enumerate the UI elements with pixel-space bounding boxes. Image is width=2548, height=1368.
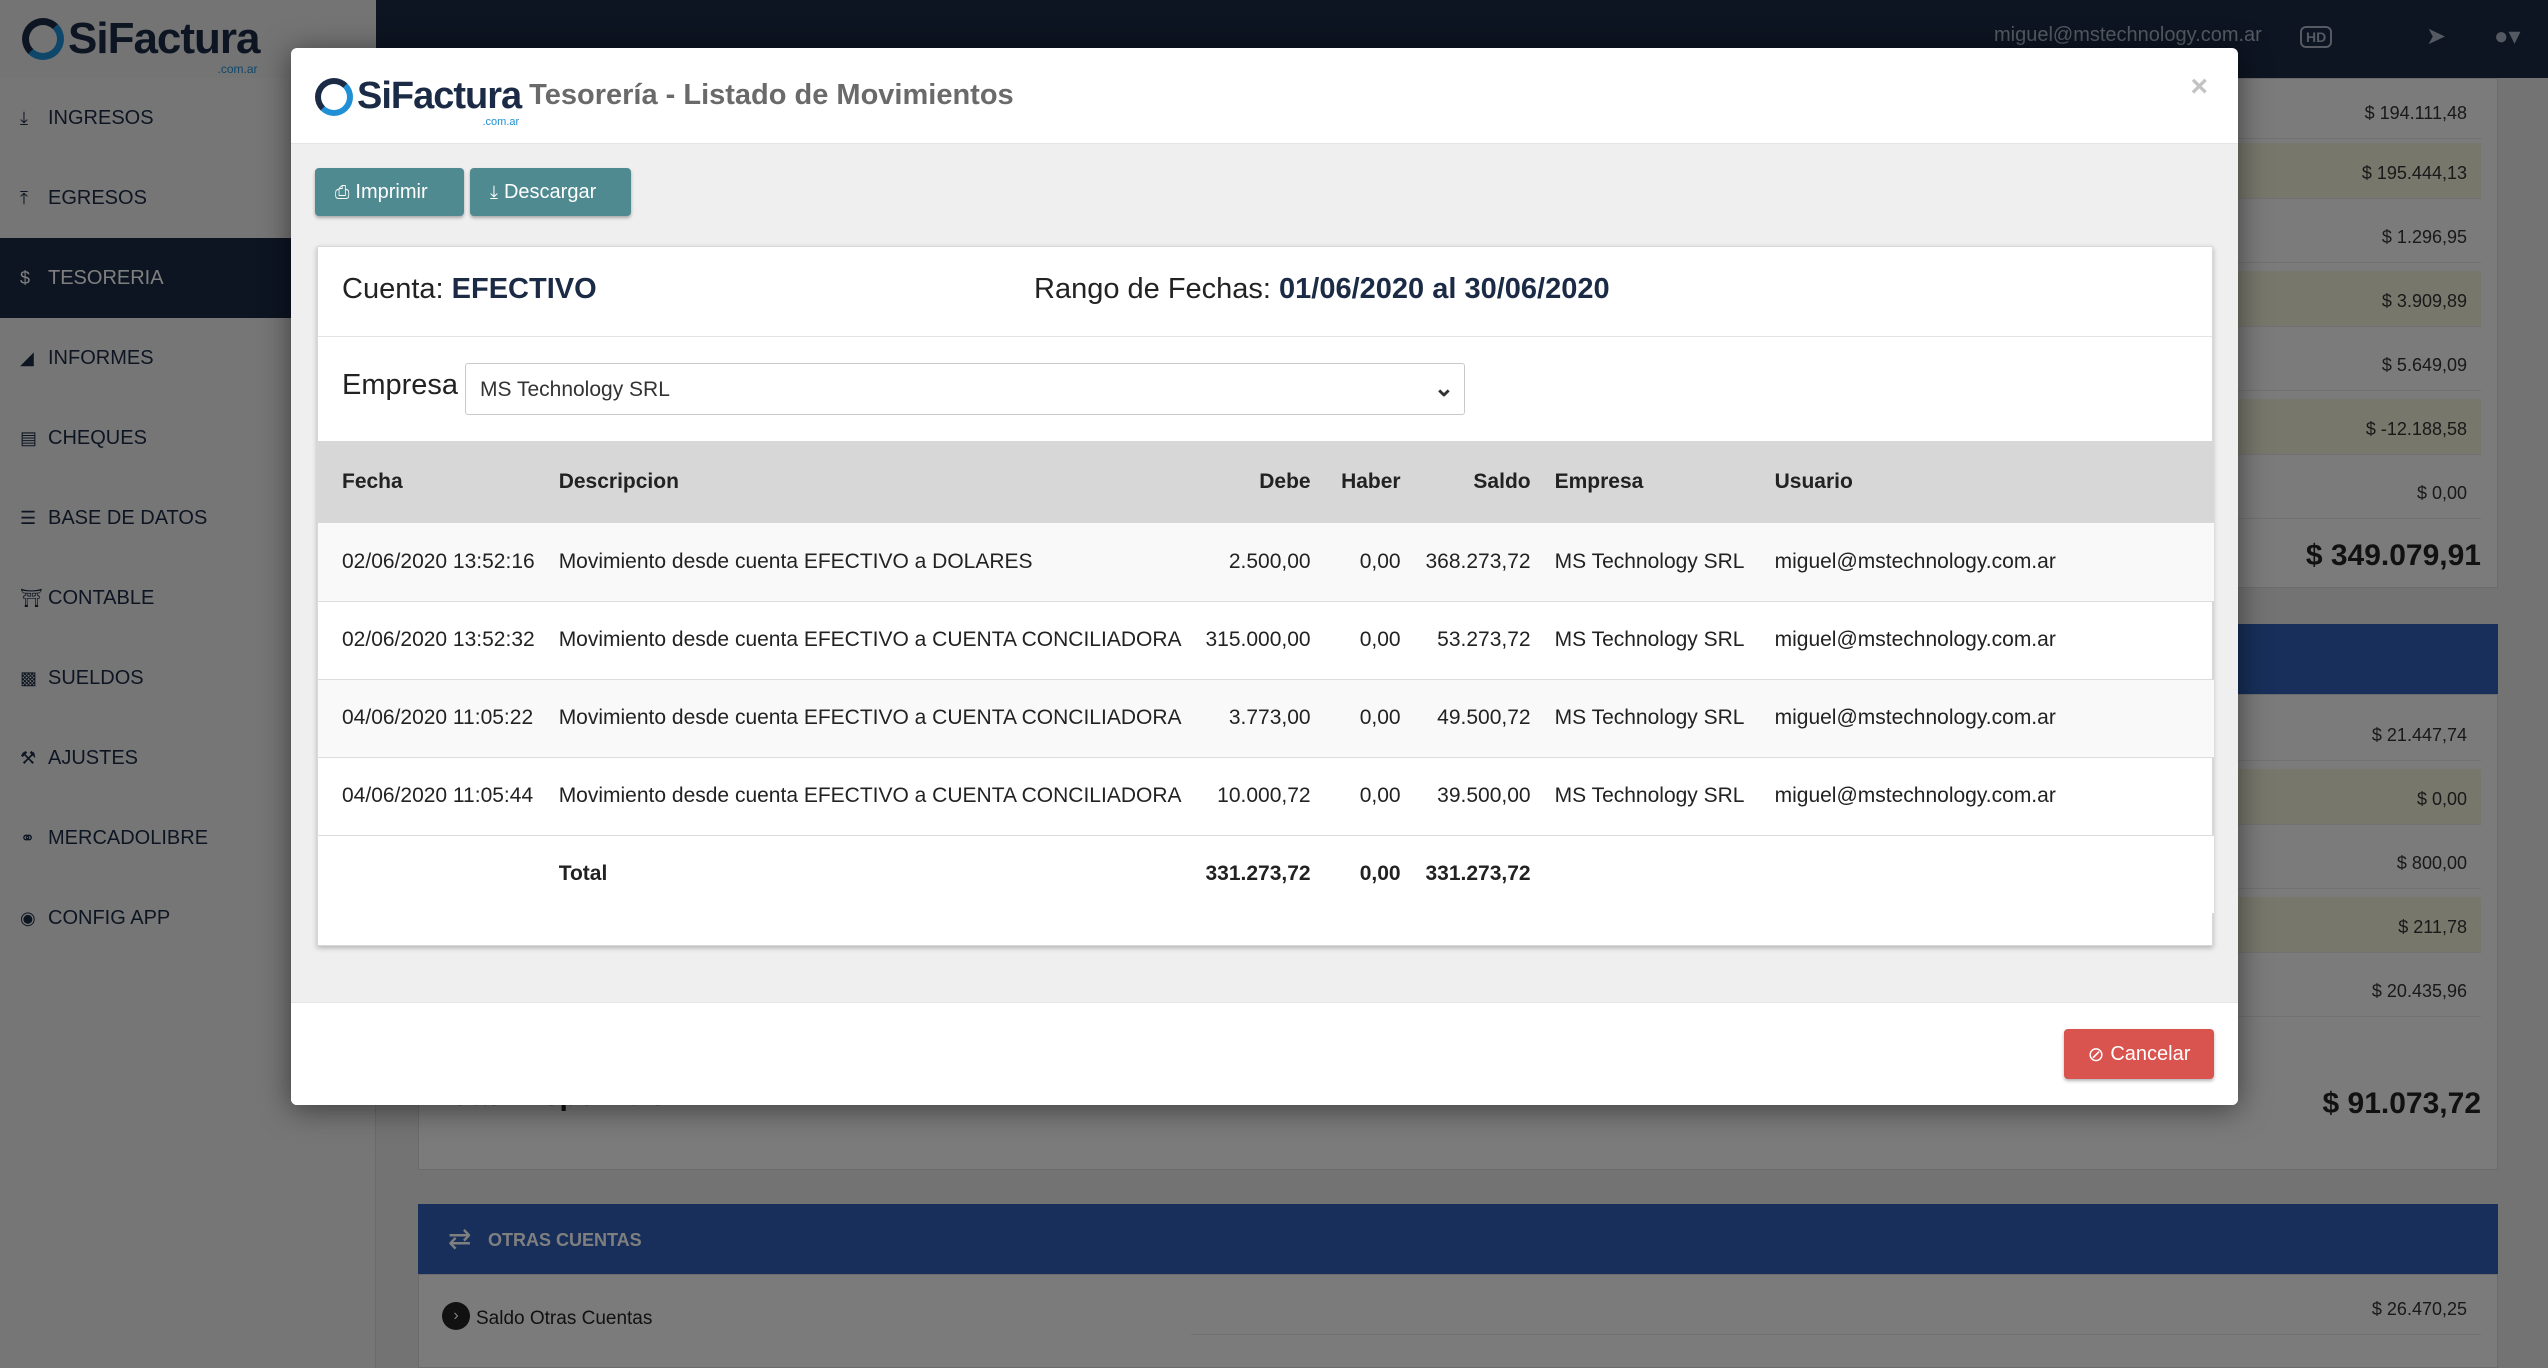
empresa-select[interactable]: MS Technology SRL ⌄ bbox=[465, 363, 1465, 415]
cell-debe: 2.500,00 bbox=[1193, 523, 1323, 602]
cell-fecha: 02/06/2020 13:52:16 bbox=[318, 523, 547, 602]
movimientos-modal: SiFactura .com.ar Tesorería - Listado de… bbox=[291, 48, 2238, 1105]
cell-haber: 0,00 bbox=[1322, 523, 1413, 602]
cell-usuario: miguel@mstechnology.com.ar bbox=[1762, 679, 2214, 758]
logo-o-icon bbox=[315, 77, 353, 116]
cell-usuario: miguel@mstechnology.com.ar bbox=[1762, 601, 2214, 680]
cell-empresa: MS Technology SRL bbox=[1542, 601, 1763, 680]
cell-fecha: 02/06/2020 13:52:32 bbox=[318, 601, 547, 680]
movimientos-card: Cuenta: EFECTIVO Rango de Fechas: 01/06/… bbox=[317, 246, 2214, 946]
col-saldo[interactable]: Saldo bbox=[1413, 441, 1543, 523]
modal-body: ⎙ Imprimir ⤓ Descargar Cuenta: EFECTIVO Ra… bbox=[291, 144, 2238, 1002]
total-label: Total bbox=[546, 835, 1194, 913]
cell-saldo: 368.273,72 bbox=[1412, 523, 1543, 602]
chevron-down-icon: ⌄ bbox=[1433, 375, 1454, 402]
print-icon: ⎙ bbox=[335, 181, 350, 202]
cell-saldo: 49.500,72 bbox=[1412, 679, 1543, 758]
cell-empresa: MS Technology SRL bbox=[1542, 757, 1763, 836]
print-button[interactable]: ⎙ Imprimir bbox=[315, 168, 464, 216]
movimientos-table: Fecha Descripcion Debe Haber Saldo Empre… bbox=[318, 441, 2214, 913]
cuenta-value: EFECTIVO bbox=[451, 273, 597, 305]
card-header: Cuenta: EFECTIVO Rango de Fechas: 01/06/… bbox=[318, 247, 2212, 337]
modal-title: Tesorería - Listado de Movimientos bbox=[529, 79, 1014, 111]
cell-descripcion: Movimiento desde cuenta EFECTIVO a DOLAR… bbox=[546, 523, 1194, 602]
total-debe: 331.273,72 bbox=[1193, 835, 1323, 913]
cell-debe: 3.773,00 bbox=[1193, 679, 1323, 758]
cell-fecha: 04/06/2020 11:05:22 bbox=[318, 679, 547, 758]
close-icon[interactable]: × bbox=[2190, 70, 2208, 104]
modal-logo: SiFactura .com.ar bbox=[315, 74, 522, 128]
cell-empresa: MS Technology SRL bbox=[1542, 523, 1763, 602]
cell-haber: 0,00 bbox=[1322, 757, 1413, 836]
ban-icon: ⊘ bbox=[2087, 1043, 2105, 1066]
table-header-row: Fecha Descripcion Debe Haber Saldo Empre… bbox=[318, 441, 2214, 523]
empresa-filter: Empresa MS Technology SRL ⌄ bbox=[318, 337, 2212, 441]
total-saldo: 331.273,72 bbox=[1412, 835, 1543, 913]
cell-saldo: 39.500,00 bbox=[1412, 757, 1543, 836]
table-total-row: Total 331.273,72 0,00 331.273,72 bbox=[318, 835, 2214, 913]
download-icon: ⤓ bbox=[490, 181, 498, 202]
table-row[interactable]: 02/06/2020 13:52:16 Movimiento desde cue… bbox=[318, 523, 2214, 602]
brand-sub: .com.ar bbox=[482, 115, 520, 128]
cell-debe: 10.000,72 bbox=[1193, 757, 1323, 836]
col-fecha[interactable]: Fecha bbox=[318, 441, 547, 523]
col-empresa[interactable]: Empresa bbox=[1543, 441, 1763, 523]
cell-haber: 0,00 bbox=[1322, 601, 1413, 680]
cell-usuario: miguel@mstechnology.com.ar bbox=[1762, 523, 2214, 602]
col-debe[interactable]: Debe bbox=[1194, 441, 1323, 523]
table-row[interactable]: 04/06/2020 11:05:44 Movimiento desde cue… bbox=[318, 757, 2214, 836]
table-row[interactable]: 02/06/2020 13:52:32 Movimiento desde cue… bbox=[318, 601, 2214, 680]
cell-fecha: 04/06/2020 11:05:44 bbox=[318, 757, 547, 836]
cell-descripcion: Movimiento desde cuenta EFECTIVO a CUENT… bbox=[546, 757, 1194, 836]
modal-header: SiFactura .com.ar Tesorería - Listado de… bbox=[291, 48, 2238, 144]
cell-haber: 0,00 bbox=[1322, 679, 1413, 758]
rango-fechas: Rango de Fechas: 01/06/2020 al 30/06/202… bbox=[1034, 273, 1610, 305]
modal-footer: ⊘ Cancelar bbox=[291, 1002, 2238, 1105]
cell-usuario: miguel@mstechnology.com.ar bbox=[1762, 757, 2214, 836]
brand-text: SiFactura bbox=[357, 74, 522, 117]
cell-debe: 315.000,00 bbox=[1193, 601, 1323, 680]
cell-descripcion: Movimiento desde cuenta EFECTIVO a CUENT… bbox=[546, 601, 1194, 680]
table-row[interactable]: 04/06/2020 11:05:22 Movimiento desde cue… bbox=[318, 679, 2214, 758]
cuenta-info: Cuenta: EFECTIVO bbox=[342, 273, 597, 305]
cell-descripcion: Movimiento desde cuenta EFECTIVO a CUENT… bbox=[546, 679, 1194, 758]
cell-saldo: 53.273,72 bbox=[1412, 601, 1543, 680]
download-button[interactable]: ⤓ Descargar bbox=[470, 168, 631, 216]
col-usuario[interactable]: Usuario bbox=[1763, 441, 2214, 523]
total-haber: 0,00 bbox=[1322, 835, 1413, 913]
empresa-label: Empresa bbox=[342, 369, 459, 401]
cell-empresa: MS Technology SRL bbox=[1542, 679, 1763, 758]
cancel-button[interactable]: ⊘ Cancelar bbox=[2064, 1029, 2214, 1079]
col-haber[interactable]: Haber bbox=[1323, 441, 1413, 523]
rango-value: 01/06/2020 al 30/06/2020 bbox=[1279, 273, 1610, 305]
col-descripcion[interactable]: Descripcion bbox=[547, 441, 1194, 523]
